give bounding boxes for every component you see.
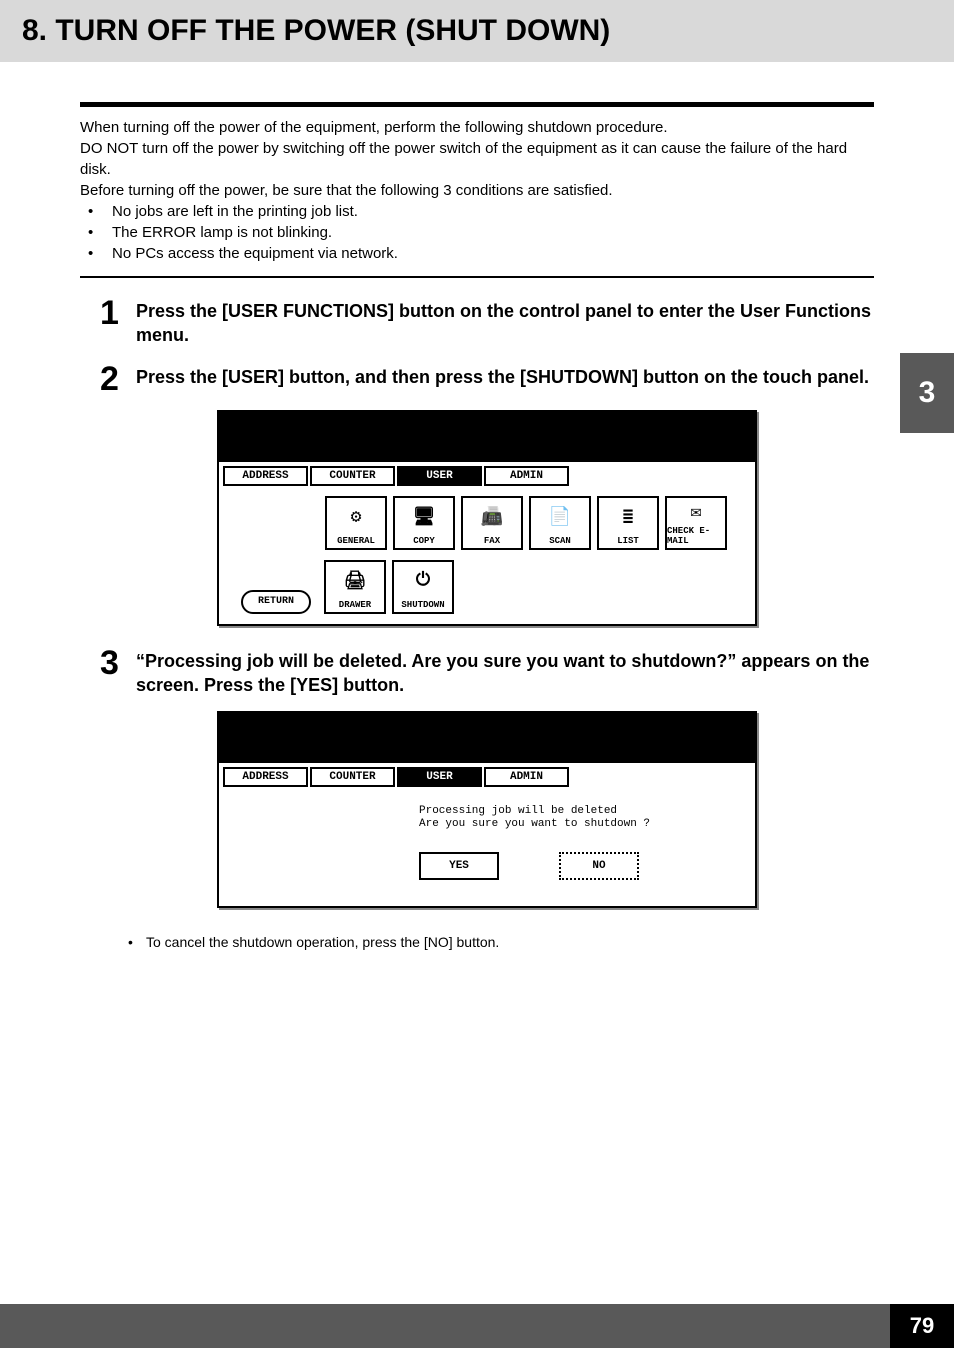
tab2-counter[interactable]: COUNTER [310, 767, 395, 787]
btn-check-email[interactable]: ✉ CHECK E-MAIL [665, 496, 727, 550]
intro-p3: Before turning off the power, be sure th… [80, 180, 874, 201]
intro-bullet-3: No PCs access the equipment via network. [88, 243, 874, 264]
section-title: 8. TURN OFF THE POWER (SHUT DOWN) [22, 14, 610, 48]
shutdown-icon: ⏻ [416, 562, 430, 600]
general-icon: ⚙ [351, 498, 362, 536]
step-2-number: 2 [100, 362, 136, 396]
steps: 1 Press the [USER FUNCTIONS] button on t… [80, 278, 874, 950]
copy-icon: 🖥 [413, 498, 436, 536]
tab2-address[interactable]: ADDRESS [223, 767, 308, 787]
panel-black-header [219, 412, 755, 462]
btn-copy[interactable]: 🖥 COPY [393, 496, 455, 550]
panel-body: ⚙ GENERAL 🖥 COPY 📠 FAX 📄 SCAN [219, 486, 755, 624]
confirm-msg-line1: Processing job will be deleted [419, 805, 735, 818]
intro-p1: When turning off the power of the equipm… [80, 117, 874, 138]
intro-bullet-2: The ERROR lamp is not blinking. [88, 222, 874, 243]
step-3: 3 “Processing job will be deleted. Are y… [100, 646, 874, 698]
btn-list-label: LIST [617, 536, 639, 546]
section-header-bar: 8. TURN OFF THE POWER (SHUT DOWN) [0, 0, 954, 62]
btn-copy-label: COPY [413, 536, 435, 546]
note-block: To cancel the shutdown operation, press … [100, 928, 874, 950]
tab2-admin[interactable]: ADMIN [484, 767, 569, 787]
intro-p2: DO NOT turn off the power by switching o… [80, 138, 874, 180]
confirm-body: Processing job will be deleted Are you s… [219, 787, 755, 905]
intro-block: When turning off the power of the equipm… [80, 107, 874, 276]
btn-scan[interactable]: 📄 SCAN [529, 496, 591, 550]
tab-address[interactable]: ADDRESS [223, 466, 308, 486]
btn-return[interactable]: RETURN [241, 590, 311, 614]
footer-bar: 79 [0, 1304, 954, 1348]
main-content: When turning off the power of the equipm… [0, 102, 954, 950]
icon-row-2-wrap: RETURN 🖨 DRAWER ⏻ SHUTDOWN [225, 560, 749, 614]
note-bullet-1: To cancel the shutdown operation, press … [128, 934, 874, 950]
fax-icon: 📠 [481, 498, 503, 536]
step-1: 1 Press the [USER FUNCTIONS] button on t… [100, 296, 874, 348]
btn-drawer[interactable]: 🖨 DRAWER [324, 560, 386, 614]
page-number: 79 [890, 1304, 954, 1348]
step-2-text: Press the [USER] button, and then press … [136, 362, 869, 396]
touch-panel-screenshot-1: ADDRESS COUNTER USER ADMIN ⚙ GENERAL 🖥 C… [217, 410, 757, 626]
list-icon: ≣ [623, 498, 634, 536]
step-3-text: “Processing job will be deleted. Are you… [136, 646, 874, 698]
drawer-icon: 🖨 [344, 562, 367, 600]
btn-shutdown[interactable]: ⏻ SHUTDOWN [392, 560, 454, 614]
confirm-msg-line2: Are you sure you want to shutdown ? [419, 818, 735, 831]
intro-bullets: No jobs are left in the printing job lis… [80, 201, 874, 264]
intro-bullet-1: No jobs are left in the printing job lis… [88, 201, 874, 222]
yes-button[interactable]: YES [419, 852, 499, 880]
chapter-tab: 3 [900, 353, 954, 433]
panel2-black-header [219, 713, 755, 763]
panel2-tabs: ADDRESS COUNTER USER ADMIN [219, 763, 755, 787]
step-1-number: 1 [100, 296, 136, 348]
btn-drawer-label: DRAWER [339, 600, 371, 610]
tab-counter[interactable]: COUNTER [310, 466, 395, 486]
panel-tabs: ADDRESS COUNTER USER ADMIN [219, 462, 755, 486]
btn-list[interactable]: ≣ LIST [597, 496, 659, 550]
tab-admin[interactable]: ADMIN [484, 466, 569, 486]
email-icon: ✉ [691, 498, 702, 526]
btn-fax[interactable]: 📠 FAX [461, 496, 523, 550]
no-button[interactable]: NO [559, 852, 639, 880]
icon-row-1: ⚙ GENERAL 🖥 COPY 📠 FAX 📄 SCAN [225, 496, 749, 550]
tab2-user[interactable]: USER [397, 767, 482, 787]
scan-icon: 📄 [549, 498, 571, 536]
btn-scan-label: SCAN [549, 536, 571, 546]
btn-shutdown-label: SHUTDOWN [401, 600, 444, 610]
step-1-text: Press the [USER FUNCTIONS] button on the… [136, 296, 874, 348]
chapter-number: 3 [919, 376, 936, 410]
step-3-number: 3 [100, 646, 136, 698]
touch-panel-screenshot-2: ADDRESS COUNTER USER ADMIN Processing jo… [217, 711, 757, 907]
icon-row-2: 🖨 DRAWER ⏻ SHUTDOWN [311, 560, 454, 614]
btn-general[interactable]: ⚙ GENERAL [325, 496, 387, 550]
step-2: 2 Press the [USER] button, and then pres… [100, 362, 874, 396]
btn-general-label: GENERAL [337, 536, 375, 546]
btn-fax-label: FAX [484, 536, 500, 546]
tab-user[interactable]: USER [397, 466, 482, 486]
confirm-message: Processing job will be deleted Are you s… [419, 805, 735, 831]
confirm-buttons: YES NO [419, 852, 735, 880]
btn-check-email-label: CHECK E-MAIL [667, 526, 725, 546]
